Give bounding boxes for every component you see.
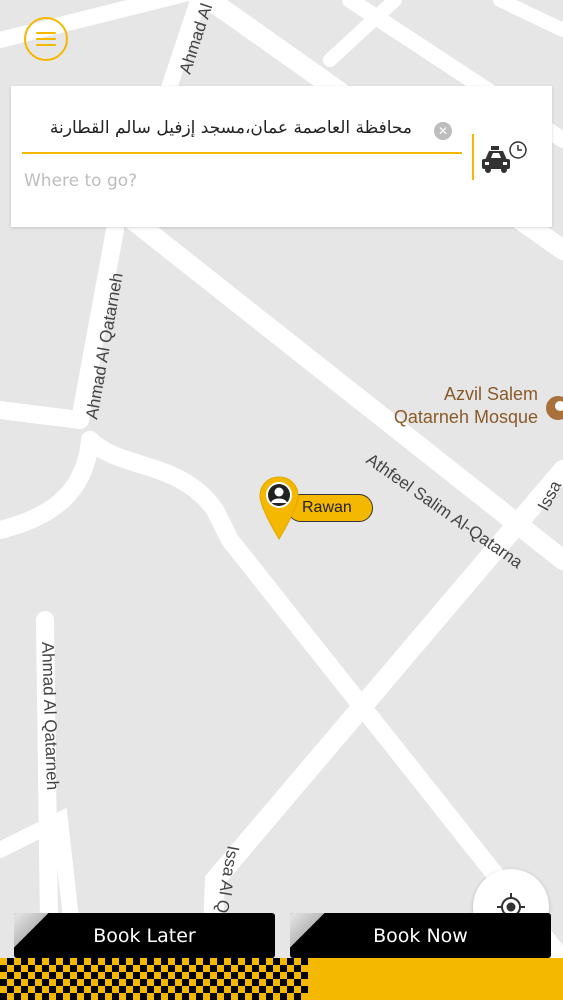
driver-name: Rawan [302, 499, 352, 516]
checker-pattern [0, 958, 308, 1000]
button-corner-decoration [14, 913, 52, 951]
driver-name-tag: Rawan [287, 494, 373, 522]
pickup-field[interactable]: محافظة العاصمة عمان،مسجد إزفيل سالم القط… [22, 104, 462, 154]
book-now-button[interactable]: Book Now [290, 913, 551, 958]
destination-input[interactable] [22, 164, 466, 198]
poi-name-line2: Qatarneh Mosque [394, 407, 538, 427]
pickup-value: محافظة العاصمة عمان،مسجد إزفيل سالم القط… [49, 118, 412, 138]
taxi-checker-strip [0, 958, 563, 1000]
driver-pin-icon [259, 476, 299, 540]
book-now-label: Book Now [373, 924, 468, 947]
menu-button[interactable] [24, 17, 68, 61]
book-later-button[interactable]: Book Later [14, 913, 275, 958]
book-later-label: Book Later [93, 924, 196, 947]
hamburger-icon [36, 32, 56, 46]
driver-marker[interactable]: Rawan [259, 475, 379, 541]
button-corner-decoration [290, 913, 328, 951]
search-card: محافظة العاصمة عمان،مسجد إزفيل سالم القط… [11, 86, 552, 227]
clear-icon[interactable]: ✕ [434, 122, 452, 140]
scheduled-taxi-icon[interactable] [481, 138, 531, 178]
poi-name-line1: Azvil Salem [444, 384, 538, 404]
divider [472, 134, 474, 180]
